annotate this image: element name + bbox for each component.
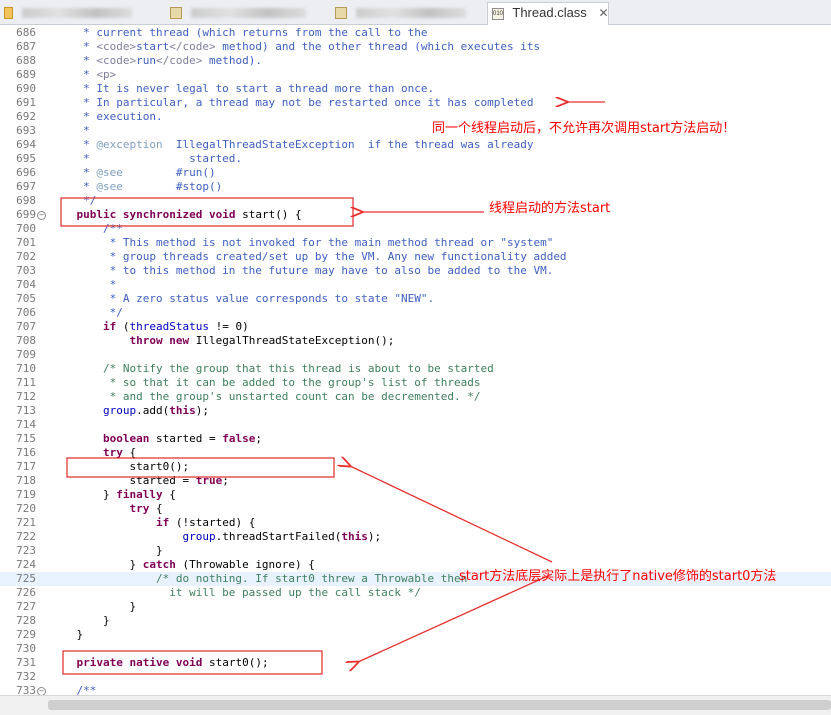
horizontal-scrollbar[interactable] bbox=[0, 695, 831, 715]
highlight-box-native-start0 bbox=[62, 650, 323, 675]
annotation-note-restart: 同一个线程启动后，不允许再次调用start方法启动！ bbox=[432, 121, 736, 136]
annotation-layer bbox=[60, 0, 605, 675]
annotation-note-start-method: 线程启动的方法start bbox=[489, 201, 611, 216]
highlight-box-start-method bbox=[60, 197, 354, 227]
scrollbar-thumb[interactable] bbox=[48, 700, 831, 710]
arrow-to-native-start0 bbox=[358, 573, 553, 662]
highlight-box-start0-call bbox=[66, 457, 335, 478]
annotation-note-native-start0: start方法底层实际上是执行了native修饰的start0方法 bbox=[459, 569, 777, 584]
arrow-to-start0-call bbox=[350, 466, 553, 563]
